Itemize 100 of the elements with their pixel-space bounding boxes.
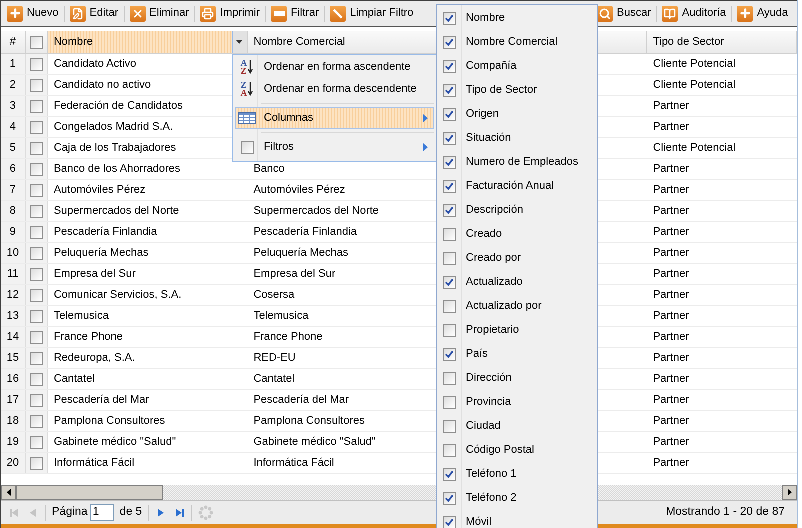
row-checkbox[interactable] [30,78,43,92]
column-toggle-item[interactable]: Actualizado por [437,294,597,318]
column-checkbox[interactable] [442,444,456,456]
column-toggle-item[interactable]: Numero de Empleados [437,150,597,174]
table-cell-text: Pescadería Finlandia [54,224,158,240]
table-cell-text: Partner [653,266,690,282]
row-checkbox[interactable] [30,246,43,260]
column-toggle-item[interactable]: Origen [437,102,597,126]
column-checkbox[interactable] [442,324,456,336]
column-checkbox[interactable] [442,132,456,144]
column-header[interactable]: Tipo de Sector [647,31,797,53]
row-checkbox[interactable] [30,456,43,470]
menu-item[interactable]: A Z Ordenar en forma ascendente [235,56,434,78]
column-toggle-item[interactable]: Facturación Anual [437,174,597,198]
dropdown-trigger[interactable] [232,31,247,53]
row-number: 9 [1,222,26,242]
delete-icon [130,6,146,22]
column-toggle-item[interactable]: Dirección [437,366,597,390]
column-toggle-item[interactable]: Teléfono 2 [437,486,597,510]
row-checkbox[interactable] [30,352,43,364]
row-checkbox[interactable] [30,310,43,322]
column-checkbox[interactable] [442,372,456,384]
row-checkbox[interactable] [30,100,43,112]
row-number: 18 [1,411,26,431]
row-number: 11 [1,264,26,284]
column-toggle-item[interactable]: Ciudad [437,414,597,438]
row-checkbox[interactable] [30,142,43,154]
select-all-checkbox[interactable] [30,36,43,48]
table-cell-text: Partner [653,414,690,429]
column-checkbox[interactable] [442,36,456,48]
row-checkbox[interactable] [30,436,43,448]
row-number: 4 [1,117,26,137]
column-checkbox[interactable] [442,108,456,120]
row-checkbox[interactable] [30,394,43,406]
column-checkbox[interactable] [442,300,456,312]
row-checkbox[interactable] [30,120,43,134]
row-checkbox[interactable] [30,414,43,428]
toolbar-button[interactable]: Ayuda [737,5,788,22]
column-checkbox[interactable] [442,12,456,24]
column-checkbox[interactable] [442,228,456,240]
toolbar-button[interactable]: Editar [70,5,119,22]
column-header[interactable]: Nombre [48,31,248,53]
table-cell-text: Partner [653,330,690,345]
table-cell-text: Informática Fácil [54,456,135,471]
column-toggle-item[interactable]: Descripción [437,198,597,222]
column-toggle-item[interactable]: Nombre [437,6,597,30]
column-toggle-item[interactable]: Propietario [437,318,597,342]
row-checkbox[interactable] [30,58,43,70]
row-checkbox[interactable] [30,204,43,218]
column-checkbox[interactable] [442,60,456,72]
toolbar-button[interactable]: Filtrar [271,5,320,22]
toolbar-button[interactable]: Auditoría [662,5,726,22]
submenu-arrow-icon [423,142,428,152]
column-toggle-item[interactable]: Tipo de Sector [437,78,597,102]
column-toggle-item[interactable]: País [437,342,597,366]
column-checkbox[interactable] [442,84,456,96]
column-checkbox[interactable] [442,204,456,216]
column-toggle-item[interactable]: Móvil [437,510,597,528]
row-checkbox[interactable] [30,372,43,386]
toolbar-button[interactable]: Eliminar [130,5,190,22]
column-checkbox[interactable] [442,516,456,528]
menu-item[interactable]: Filtros [235,136,434,158]
column-checkbox[interactable] [442,276,456,288]
table-cell-text: Redeuropa, S.A. [54,350,136,366]
column-checkbox[interactable] [442,252,456,264]
row-checkbox[interactable] [30,184,43,196]
last-page-icon[interactable] [173,506,186,518]
page-input[interactable]: 1 [90,504,114,521]
column-toggle-item[interactable]: Compañía [437,54,597,78]
column-checkbox[interactable] [442,396,456,408]
column-checkbox[interactable] [442,348,456,360]
column-toggle-item[interactable]: Situación [437,126,597,150]
row-checkbox[interactable] [30,226,43,238]
column-checkbox[interactable] [442,156,456,168]
column-toggle-item[interactable]: Provincia [437,390,597,414]
toolbar-button[interactable]: Buscar [597,5,652,22]
toolbar-button[interactable]: Imprimir [200,5,260,22]
column-header: # [1,31,26,53]
toolbar-button[interactable]: Nuevo [7,5,59,22]
column-toggle-item[interactable]: Creado por [437,246,597,270]
column-toggle-item[interactable]: Creado [437,222,597,246]
menu-item[interactable]: Columnas [235,107,434,129]
scroll-thumb[interactable] [16,485,163,500]
column-checkbox[interactable] [442,492,456,504]
row-checkbox[interactable] [30,330,43,344]
column-checkbox[interactable] [442,180,456,192]
column-checkbox[interactable] [442,468,456,480]
column-toggle-item[interactable]: Teléfono 1 [437,462,597,486]
filter-checkbox[interactable] [240,140,254,154]
row-checkbox[interactable] [30,162,43,176]
row-checkbox[interactable] [30,288,43,302]
menu-item[interactable]: Z A Ordenar en forma descendente [235,78,434,100]
columns-icon [238,112,256,124]
table-cell-text: Cosersa [254,288,295,303]
toolbar-button[interactable]: Limpiar Filtro [330,5,414,22]
column-toggle-item[interactable]: Actualizado [437,270,597,294]
column-toggle-item[interactable]: Código Postal [437,438,597,462]
row-checkbox[interactable] [30,268,43,280]
column-checkbox[interactable] [442,420,456,432]
row-number: 12 [1,285,26,305]
